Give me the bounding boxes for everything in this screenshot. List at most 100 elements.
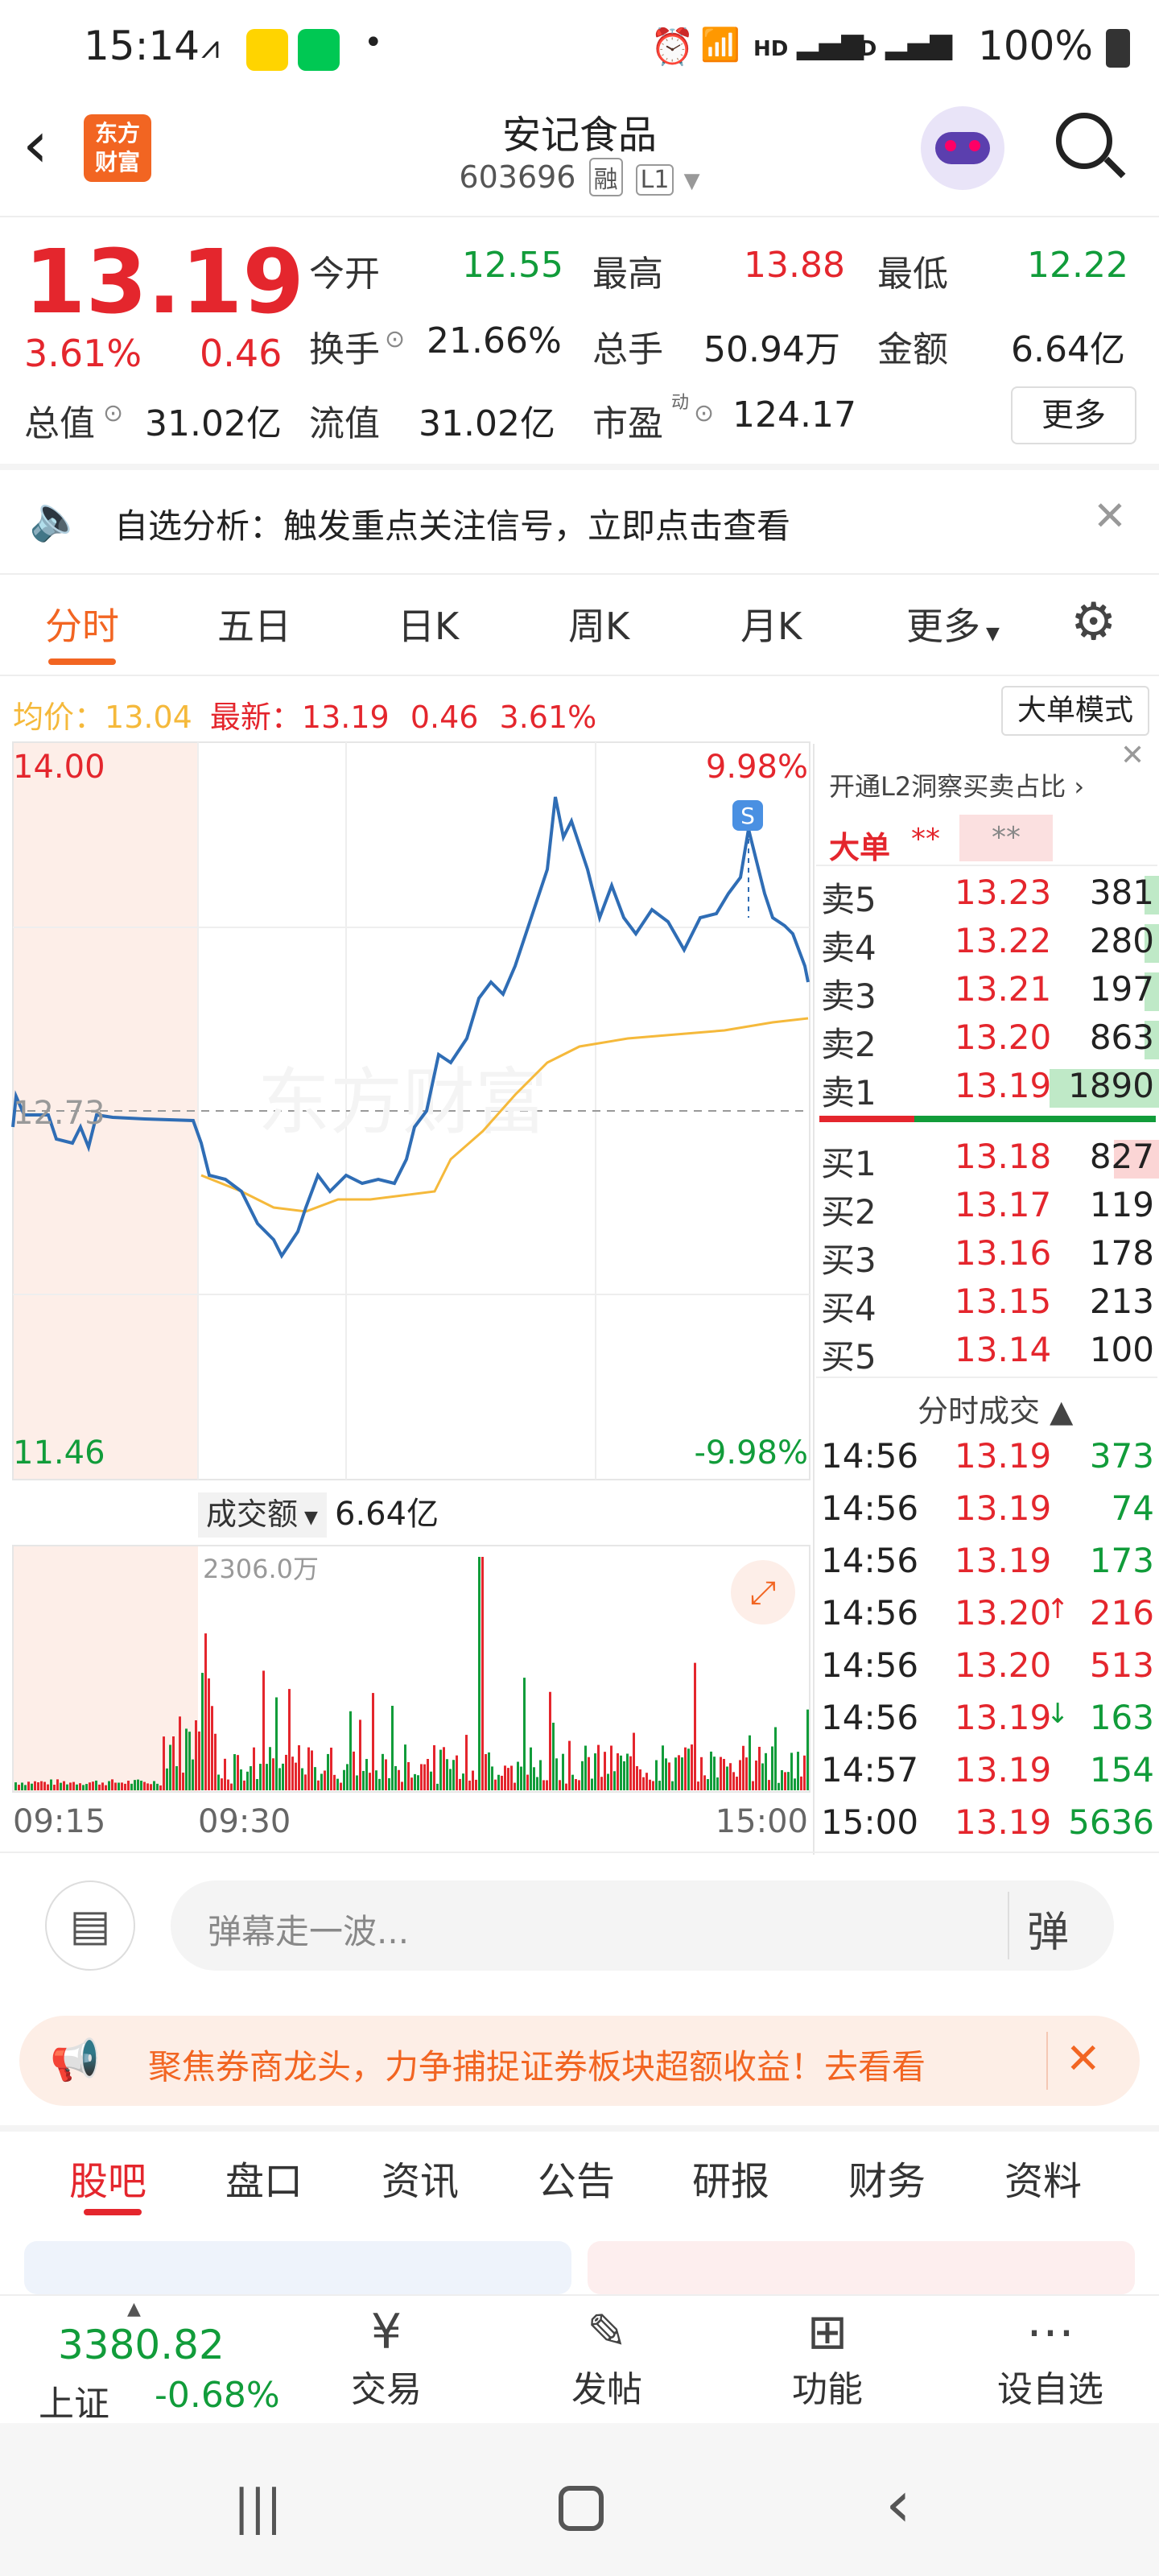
alarm-icon: ⏰ bbox=[650, 27, 695, 68]
close-icon-2[interactable]: ✕ bbox=[1120, 739, 1145, 772]
tab-more[interactable]: 更多 ▼ bbox=[906, 597, 1000, 650]
volume-bar bbox=[130, 1783, 133, 1790]
trade-row: 14:56 13.19 ↓ 163 bbox=[821, 1695, 1159, 1746]
volume-bar bbox=[201, 1673, 204, 1790]
cell-signal-icon: ▂▄▆ bbox=[797, 27, 864, 60]
bottom-tab-5[interactable]: 财务 bbox=[848, 2149, 926, 2206]
tab-intraday[interactable]: 分时 bbox=[45, 597, 119, 650]
wifi-icon: 📶 bbox=[700, 27, 740, 64]
volume-bar bbox=[771, 1746, 773, 1790]
robot-avatar-icon[interactable] bbox=[921, 106, 1004, 190]
tab-weekly-k[interactable]: 周K bbox=[568, 597, 629, 650]
tab-daily-k[interactable]: 日K bbox=[398, 597, 459, 650]
post-card-right[interactable] bbox=[588, 2241, 1135, 2294]
volume-selector[interactable]: 成交额 bbox=[206, 1496, 298, 1532]
settings-icon[interactable]: ⚙ bbox=[1070, 592, 1116, 652]
bid-volume: 213 bbox=[1089, 1282, 1154, 1321]
info-icon-2[interactable]: ⊙ bbox=[103, 399, 123, 427]
bottom-tab-0[interactable]: 股吧 bbox=[69, 2149, 146, 2206]
dropdown-icon[interactable]: ▼ bbox=[684, 169, 700, 193]
volume-bar bbox=[50, 1779, 52, 1790]
bottom-tab-3[interactable]: 公告 bbox=[538, 2149, 615, 2206]
volume-bar bbox=[710, 1751, 712, 1790]
trade-price: 13.19 bbox=[955, 1698, 1052, 1737]
bottom-tab-6[interactable]: 资料 bbox=[1004, 2149, 1082, 2206]
analysis-banner-text[interactable]: 自选分析：触发重点关注信号，立即点击查看 bbox=[114, 499, 790, 548]
volume-bar bbox=[21, 1782, 23, 1790]
bid-volume: 178 bbox=[1089, 1233, 1154, 1273]
volume-bar bbox=[18, 1785, 20, 1790]
bid-volume: 827 bbox=[1089, 1137, 1154, 1176]
trade-time: 15:00 bbox=[821, 1802, 919, 1842]
nav-add-watchlist[interactable]: ⋯ 设自选 bbox=[982, 2304, 1119, 2412]
close-icon-3[interactable]: ✕ bbox=[1066, 2035, 1101, 2083]
danmu-toggle-icon[interactable]: ▤ bbox=[45, 1880, 135, 1971]
amount-label: 金额 bbox=[877, 329, 948, 370]
ask-price: 13.21 bbox=[955, 969, 1052, 1009]
hd-label: HD bbox=[753, 37, 789, 61]
volume-bar bbox=[240, 1769, 242, 1790]
volume-bar bbox=[549, 1691, 551, 1790]
ask-label: 卖2 bbox=[821, 1025, 876, 1064]
trade-price: 13.19 bbox=[955, 1541, 1052, 1580]
volume-bar bbox=[288, 1689, 291, 1790]
bid-label: 买1 bbox=[821, 1144, 876, 1183]
volume-bar bbox=[510, 1765, 513, 1790]
volume-bar bbox=[410, 1777, 413, 1790]
nav-trade[interactable]: ¥ 交易 bbox=[338, 2304, 435, 2412]
volume-bar bbox=[687, 1748, 690, 1790]
nav-features[interactable]: ⊞ 功能 bbox=[779, 2304, 876, 2412]
nav-post-label: 发帖 bbox=[571, 2369, 642, 2410]
volume-bar bbox=[121, 1782, 123, 1790]
trade-price: 13.20 bbox=[955, 1593, 1052, 1633]
volume-bar bbox=[517, 1761, 519, 1790]
info-icon-3[interactable]: ⊙ bbox=[694, 399, 714, 427]
danmu-input[interactable]: 弹幕走一波... 弹 bbox=[171, 1880, 1114, 1971]
bid-price: 13.15 bbox=[955, 1282, 1052, 1321]
info-icon[interactable]: ⊙ bbox=[385, 325, 405, 353]
bottom-tab-4[interactable]: 研报 bbox=[692, 2149, 769, 2206]
volume-bar bbox=[127, 1781, 130, 1790]
volume-bar bbox=[14, 1782, 17, 1790]
volume-bar bbox=[230, 1783, 233, 1790]
trade-time: 14:56 bbox=[821, 1436, 919, 1476]
open-label: 今开 bbox=[309, 254, 380, 295]
bottom-tab-1[interactable]: 盘口 bbox=[225, 2149, 303, 2206]
index-name[interactable]: 上证 bbox=[39, 2375, 109, 2426]
home-icon[interactable] bbox=[559, 2486, 604, 2531]
volume-bar bbox=[449, 1769, 452, 1790]
volume-bar bbox=[250, 1766, 252, 1790]
volume-bar bbox=[43, 1781, 46, 1790]
back-nav-icon[interactable]: ‹ bbox=[885, 2467, 911, 2541]
index-change[interactable]: -0.68% bbox=[155, 2375, 280, 2416]
tab-five-day[interactable]: 五日 bbox=[217, 597, 291, 650]
danmu-send-button[interactable]: 弹 bbox=[1027, 1898, 1069, 1959]
trades-title[interactable]: 分时成交 ▲ bbox=[918, 1386, 1073, 1430]
volume-bar bbox=[781, 1769, 783, 1790]
recent-apps-icon[interactable]: ||| bbox=[233, 2479, 283, 2536]
big-order-mode-button[interactable]: 大单模式 bbox=[1001, 686, 1149, 736]
volume-bar bbox=[732, 1772, 735, 1790]
promo-banner[interactable]: 📢 聚焦券商龙头，力争捕捉证券板块超额收益！去看看 ✕ bbox=[19, 2016, 1140, 2106]
index-value[interactable]: 3380.82 bbox=[58, 2322, 225, 2368]
volume-bar bbox=[726, 1766, 728, 1790]
volume-bar bbox=[195, 1720, 197, 1790]
ask-volume: 863 bbox=[1089, 1018, 1154, 1057]
pe-value: 124.17 bbox=[732, 394, 856, 436]
close-icon[interactable]: ✕ bbox=[1093, 493, 1127, 539]
post-card-left[interactable] bbox=[24, 2241, 571, 2294]
volume-bar bbox=[114, 1782, 117, 1790]
high-label: 最高 bbox=[592, 254, 663, 295]
tab-monthly-k[interactable]: 月K bbox=[740, 597, 802, 650]
nav-post[interactable]: ✎ 发帖 bbox=[559, 2304, 655, 2412]
volume-bar bbox=[742, 1745, 744, 1790]
volume-bar bbox=[520, 1766, 522, 1790]
grid-icon: ⊞ bbox=[806, 2304, 848, 2360]
volume-bar bbox=[253, 1747, 255, 1790]
volume-bar bbox=[555, 1758, 558, 1790]
intraday-chart[interactable]: 东方财富 S 14.00 12.73 11.46 9.98% -9.98% 成交… bbox=[0, 676, 813, 1852]
l2-link[interactable]: 开通L2洞察买卖占比 › bbox=[829, 766, 1084, 803]
more-button[interactable]: 更多 bbox=[1011, 386, 1136, 444]
volume-bar bbox=[375, 1770, 377, 1790]
bottom-tab-2[interactable]: 资讯 bbox=[382, 2149, 459, 2206]
